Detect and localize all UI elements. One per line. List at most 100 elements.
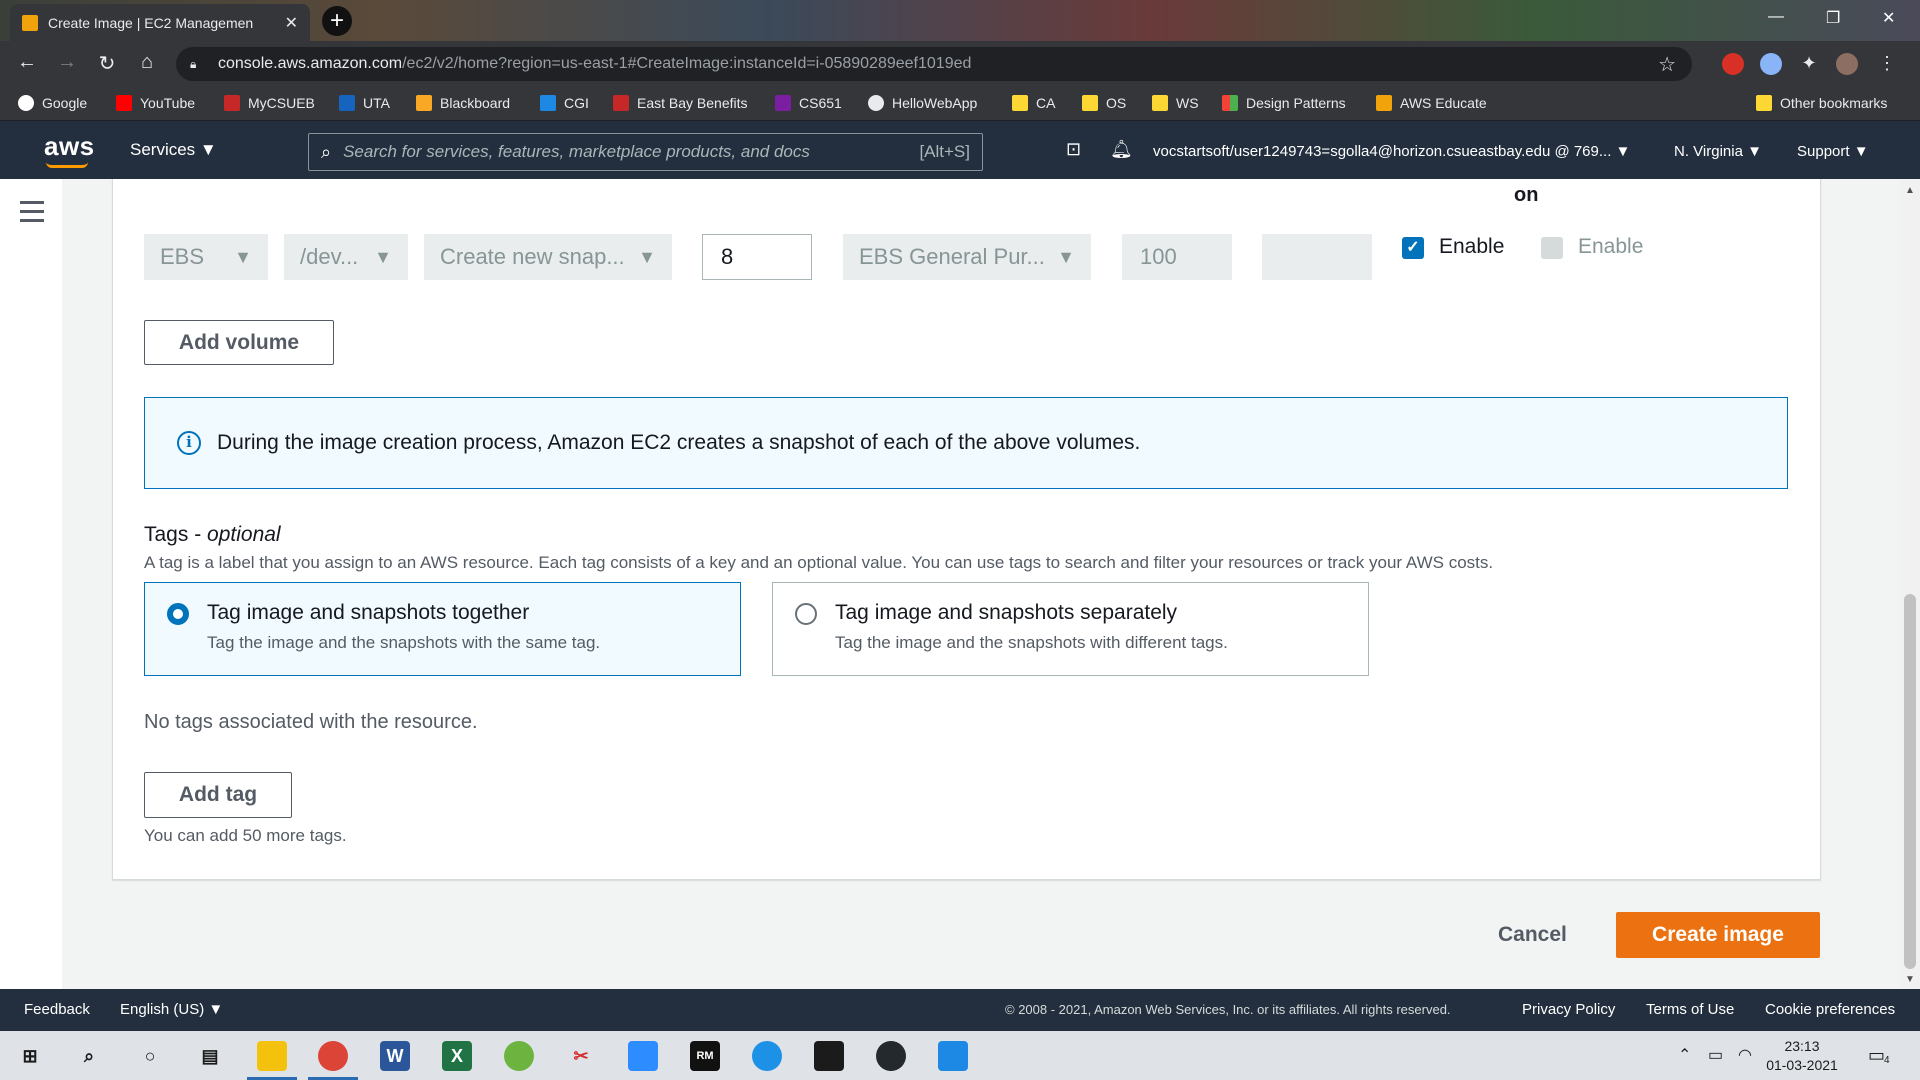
aws-logo[interactable]: aws <box>44 131 95 162</box>
profile-avatar[interactable] <box>1836 53 1858 75</box>
copyright-text: © 2008 - 2021, Amazon Web Services, Inc.… <box>1005 1002 1451 1017</box>
hamburger-menu-icon[interactable] <box>20 201 44 228</box>
tag-separately-option[interactable]: Tag image and snapshots separately Tag t… <box>772 582 1369 676</box>
bookmark-folder[interactable]: WS <box>1152 95 1199 111</box>
bookmark-item[interactable]: East Bay Benefits <box>613 95 748 111</box>
add-volume-button[interactable]: Add volume <box>144 320 334 365</box>
bookmark-item[interactable]: YouTube <box>116 95 195 111</box>
spring-tool-icon[interactable] <box>504 1041 534 1071</box>
volume-type-select[interactable]: EBS ▼ <box>144 234 268 280</box>
ebs-type-value: EBS General Pur... <box>859 244 1045 269</box>
throughput-input[interactable] <box>1262 234 1372 280</box>
bookmark-item[interactable]: MyCSUEB <box>224 95 315 111</box>
scroll-down-icon[interactable]: ▼ <box>1905 974 1915 985</box>
device-select[interactable]: /dev... ▼ <box>284 234 408 280</box>
windows-start-icon[interactable]: ⊞ <box>15 1041 45 1071</box>
bookmark-folder[interactable]: OS <box>1082 95 1126 111</box>
delete-on-termination-label: Enable <box>1439 235 1505 258</box>
cortana-icon[interactable]: ○ <box>135 1041 165 1071</box>
terms-of-use-link[interactable]: Terms of Use <box>1646 1001 1734 1018</box>
bookmark-item[interactable]: HelloWebApp <box>868 95 977 111</box>
radio-selected[interactable] <box>167 603 189 625</box>
iops-input[interactable]: 100 <box>1122 234 1232 280</box>
address-bar[interactable]: 🔒︎ console.aws.amazon.com /ec2/v2/home?r… <box>176 47 1692 81</box>
back-icon[interactable]: ← <box>14 51 40 74</box>
cloudshell-icon[interactable]: ⊡ <box>1066 139 1081 160</box>
forward-icon[interactable]: → <box>54 51 80 74</box>
bookmark-item[interactable]: CGI <box>540 95 589 111</box>
create-image-button[interactable]: Create image <box>1616 912 1820 958</box>
github-icon[interactable] <box>876 1041 906 1071</box>
region-selector[interactable]: N. Virginia ▼ <box>1674 143 1762 160</box>
ebs-volume-type-select[interactable]: EBS General Pur... ▼ <box>843 234 1091 280</box>
support-menu[interactable]: Support ▼ <box>1797 143 1869 160</box>
bookmark-folder[interactable]: CA <box>1012 95 1055 111</box>
tags-heading: Tags - optional <box>144 523 281 547</box>
feedback-link[interactable]: Feedback <box>24 1001 90 1018</box>
search-icon[interactable]: ⌕ <box>74 1041 104 1071</box>
page-scrollbar[interactable]: ▲ ▼ <box>1900 179 1920 989</box>
notifications-icon[interactable]: ▭ <box>1868 1045 1885 1066</box>
extension-circle-icon[interactable] <box>1760 53 1782 75</box>
reload-icon[interactable]: ↻ <box>94 51 120 76</box>
system-clock[interactable]: 23:13 01-03-2021 <box>1762 1037 1842 1075</box>
privacy-policy-link[interactable]: Privacy Policy <box>1522 1001 1615 1018</box>
extensions-puzzle-icon[interactable]: ✦ <box>1798 53 1820 75</box>
close-tab-icon[interactable]: ✕ <box>285 13 298 33</box>
bookmark-label: YouTube <box>140 95 196 111</box>
tag-together-option[interactable]: Tag image and snapshots together Tag the… <box>144 582 741 676</box>
photos-icon[interactable] <box>938 1041 968 1071</box>
minimize-icon[interactable]: — <box>1768 8 1784 26</box>
bookmark-item[interactable]: Google <box>18 95 87 111</box>
extension-red-icon[interactable] <box>1722 53 1744 75</box>
language-selector[interactable]: English (US) ▼ <box>120 1001 223 1018</box>
battery-icon[interactable]: ▭ <box>1708 1045 1723 1065</box>
add-tag-button[interactable]: Add tag <box>144 772 292 818</box>
close-window-icon[interactable]: ✕ <box>1882 8 1895 28</box>
bookmark-item[interactable]: Design Patterns <box>1222 95 1346 111</box>
delete-on-termination-checkbox[interactable]: ✓ <box>1402 237 1424 259</box>
chrome-icon[interactable] <box>318 1041 348 1071</box>
bookmark-star-icon[interactable]: ☆ <box>1658 52 1676 77</box>
aws-educate-icon <box>1376 95 1392 111</box>
scroll-up-icon[interactable]: ▲ <box>1905 185 1915 196</box>
cookie-preferences-link[interactable]: Cookie preferences <box>1765 1001 1895 1018</box>
snapshot-select[interactable]: Create new snap... ▼ <box>424 234 672 280</box>
bookmark-item[interactable]: CS651 <box>775 95 842 111</box>
home-icon[interactable]: ⌂ <box>134 51 160 74</box>
browser-menu-icon[interactable]: ⋮ <box>1876 53 1898 75</box>
other-bookmarks[interactable]: Other bookmarks <box>1756 95 1887 111</box>
file-explorer-icon[interactable] <box>257 1041 287 1071</box>
cancel-button[interactable]: Cancel <box>1498 923 1567 947</box>
account-menu[interactable]: vocstartsoft/user1249743=sgolla4@horizon… <box>1153 143 1630 160</box>
sublime-icon[interactable] <box>814 1041 844 1071</box>
word-icon[interactable]: W <box>380 1041 410 1071</box>
docker-icon[interactable] <box>752 1041 782 1071</box>
browser-tab[interactable]: Create Image | EC2 Managemen ✕ <box>10 4 310 41</box>
encrypted-checkbox[interactable] <box>1541 237 1563 259</box>
wifi-icon[interactable]: ◠ <box>1738 1045 1752 1065</box>
excel-icon[interactable]: X <box>442 1041 472 1071</box>
notifications-bell-icon[interactable]: 🔔︎ <box>1110 139 1133 160</box>
snipping-tool-icon[interactable]: ✂ <box>566 1041 596 1071</box>
radio-unselected[interactable] <box>795 603 817 625</box>
bookmark-item[interactable]: Blackboard <box>416 95 510 111</box>
services-menu[interactable]: Services ▼ <box>130 140 217 160</box>
search-icon: ⌕ <box>321 141 332 162</box>
tags-heading-label: Tags - <box>144 523 208 546</box>
search-input[interactable]: ⌕ Search for services, features, marketp… <box>308 133 983 171</box>
rubymine-icon[interactable]: RM <box>690 1041 720 1071</box>
bookmark-label: OS <box>1106 95 1127 111</box>
bookmarks-bar: Google YouTube MyCSUEB UTA Blackboard CG… <box>0 87 1920 121</box>
maximize-icon[interactable]: ❐ <box>1826 8 1840 28</box>
volume-size-input[interactable]: 8 <box>702 234 812 280</box>
bookmark-label: WS <box>1176 95 1199 111</box>
bookmark-item[interactable]: AWS Educate <box>1376 95 1487 111</box>
scroll-thumb[interactable] <box>1904 594 1916 969</box>
tray-chevron-icon[interactable]: ⌃ <box>1678 1045 1691 1065</box>
zoom-icon[interactable] <box>628 1041 658 1071</box>
bookmark-item[interactable]: UTA <box>339 95 390 111</box>
new-tab-button[interactable]: + <box>322 6 352 36</box>
task-view-icon[interactable]: ▤ <box>195 1041 225 1071</box>
aws-top-nav: aws Services ▼ ⌕ Search for services, fe… <box>0 121 1920 179</box>
